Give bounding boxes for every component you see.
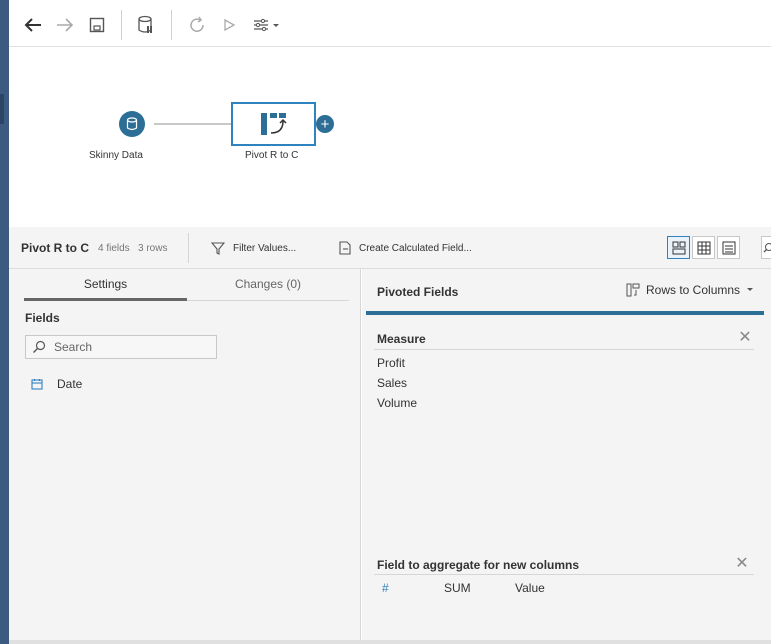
filter-values-button[interactable]: Filter Values... — [211, 241, 296, 255]
pivot-direction-dropdown[interactable]: Rows to Columns — [626, 283, 754, 297]
input-node-label: Skinny Data — [89, 150, 143, 161]
pivot-direction-label: Rows to Columns — [646, 283, 741, 297]
pivot-node-label: Pivot R to C — [245, 150, 299, 161]
options-dropdown-icon[interactable] — [250, 14, 284, 36]
refresh-icon[interactable] — [186, 14, 208, 36]
settings-panel: Settings Changes (0) Fields Search Date — [9, 269, 361, 644]
pivot-node[interactable] — [231, 102, 316, 146]
data-source-icon[interactable] — [135, 14, 157, 36]
fields-title: Fields — [25, 311, 60, 325]
list-view-button[interactable] — [717, 236, 740, 259]
measure-item[interactable]: Volume — [377, 396, 417, 410]
field-item-date[interactable]: Date — [31, 377, 82, 391]
active-tab-indicator — [24, 298, 187, 301]
profile-view-button[interactable] — [667, 236, 690, 259]
save-icon[interactable] — [86, 14, 108, 36]
measure-item[interactable]: Sales — [377, 376, 407, 390]
search-icon — [763, 242, 771, 252]
create-calc-label: Create Calculated Field... — [359, 242, 472, 254]
field-search-input[interactable]: Search — [25, 335, 217, 359]
number-type-icon: # — [382, 581, 389, 595]
app-root: Skinny Data Pivot R to C + Pivot R to C … — [0, 0, 771, 644]
fields-count: 4 fields — [98, 243, 130, 254]
horizontal-scrollbar[interactable] — [9, 640, 771, 644]
filter-icon — [211, 242, 225, 255]
search-placeholder: Search — [54, 340, 93, 354]
rows-count: 3 rows — [138, 243, 168, 254]
list-view-icon — [722, 241, 735, 254]
pivoted-fields-panel: Pivoted Fields Rows to Columns Measure ✕… — [362, 269, 771, 644]
run-icon[interactable] — [218, 14, 240, 36]
add-step-button[interactable]: + — [316, 115, 334, 133]
search-toggle-button[interactable] — [761, 236, 771, 259]
aggregate-title: Field to aggregate for new columns — [377, 558, 580, 572]
pivot-icon — [260, 113, 287, 135]
field-name: Date — [57, 377, 83, 391]
create-calculated-field-button[interactable]: Create Calculated Field... — [339, 241, 472, 255]
chevron-down-icon — [747, 288, 754, 291]
filter-values-label: Filter Values... — [233, 242, 297, 254]
aggregate-field: Value — [515, 581, 545, 595]
input-node[interactable] — [119, 111, 145, 137]
forward-arrow-icon[interactable] — [54, 14, 76, 36]
flow-canvas[interactable]: Skinny Data Pivot R to C + — [9, 47, 771, 227]
search-icon — [33, 340, 46, 353]
profile-view-icon — [672, 241, 685, 254]
pivot-direction-icon — [626, 283, 640, 297]
table-view-button[interactable] — [692, 236, 715, 259]
calendar-icon — [31, 379, 43, 390]
measure-title: Measure — [377, 332, 426, 346]
back-arrow-icon[interactable] — [22, 14, 44, 36]
calculated-field-icon — [339, 241, 351, 255]
table-view-icon — [697, 241, 710, 254]
step-header: Pivot R to C 4 fields 3 rows Filter Valu… — [9, 227, 771, 269]
pivoted-fields-title: Pivoted Fields — [377, 285, 459, 299]
tab-changes[interactable]: Changes (0) — [187, 277, 349, 301]
left-side-strip — [0, 0, 9, 644]
pivoted-fields-accent-bar — [366, 311, 764, 315]
close-icon[interactable]: ✕ — [738, 330, 752, 346]
aggregate-function[interactable]: SUM — [444, 581, 471, 595]
measure-item[interactable]: Profit — [377, 356, 405, 370]
close-icon[interactable]: ✕ — [735, 556, 749, 572]
flow-connector — [154, 123, 231, 125]
toolbar — [9, 0, 771, 47]
step-title: Pivot R to C — [21, 241, 89, 255]
